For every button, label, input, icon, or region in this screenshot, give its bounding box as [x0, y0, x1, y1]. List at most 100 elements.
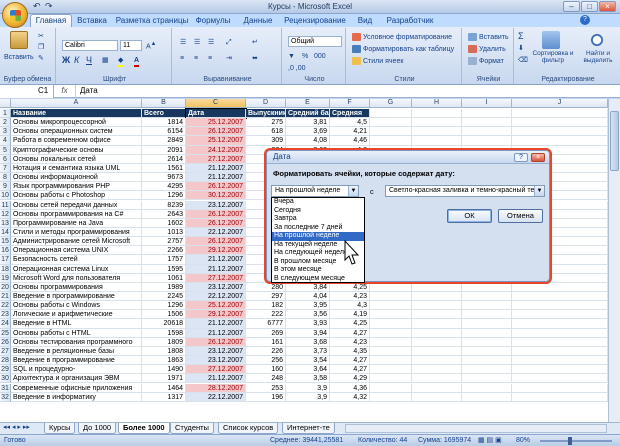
table-cell[interactable]: SQL и процедурно-: [11, 365, 142, 375]
table-cell[interactable]: Microsoft Word для пользователя: [11, 273, 142, 283]
table-cell[interactable]: 26.12.2007: [186, 218, 246, 228]
table-cell[interactable]: 3,81: [286, 118, 330, 128]
row-header[interactable]: 23: [0, 310, 11, 320]
table-cell[interactable]: 23.12.2007: [186, 200, 246, 210]
table-cell[interactable]: 161: [246, 337, 286, 347]
table-cell[interactable]: 3,95: [286, 301, 330, 311]
empty-cell[interactable]: [462, 392, 512, 402]
table-cell[interactable]: Основы информационной: [11, 173, 142, 183]
clear-icon[interactable]: ⌫: [518, 56, 528, 65]
maximize-button[interactable]: □: [581, 1, 598, 12]
empty-cell[interactable]: [370, 136, 412, 146]
horizontal-scrollbar[interactable]: [345, 424, 607, 433]
table-cell[interactable]: 2643: [142, 209, 186, 219]
row-header[interactable]: 12: [0, 209, 11, 219]
row-header[interactable]: 6: [0, 154, 11, 164]
zoom-level[interactable]: 80%: [516, 435, 530, 446]
row-header[interactable]: 21: [0, 292, 11, 302]
table-cell[interactable]: Криптографические основы: [11, 145, 142, 155]
minimize-button[interactable]: –: [563, 1, 580, 12]
table-cell[interactable]: 1808: [142, 346, 186, 357]
table-cell[interactable]: 1989: [142, 282, 186, 292]
table-cell[interactable]: 182: [246, 301, 286, 311]
table-cell[interactable]: 2614: [142, 154, 186, 164]
empty-cell[interactable]: [512, 319, 608, 329]
table-cell[interactable]: 20618: [142, 319, 186, 329]
row-header[interactable]: 3: [0, 127, 11, 137]
table-cell[interactable]: Введение в информатику: [11, 392, 142, 402]
table-cell[interactable]: 2245: [142, 292, 186, 302]
empty-cell[interactable]: [462, 365, 512, 375]
zoom-slider[interactable]: [540, 437, 612, 445]
table-cell[interactable]: 160: [246, 365, 286, 375]
table-cell[interactable]: 25.12.2007: [186, 118, 246, 128]
delete-cells-button[interactable]: Удалить: [468, 45, 506, 54]
table-cell[interactable]: 1757: [142, 255, 186, 265]
table-cell[interactable]: 4,08: [286, 136, 330, 146]
table-cell[interactable]: 4,32: [330, 392, 370, 402]
view-buttons-icon[interactable]: ▦ ▤ ▣: [478, 435, 502, 446]
table-cell[interactable]: Основы программирования на C#: [11, 209, 142, 219]
empty-cell[interactable]: [412, 328, 462, 338]
table-cell[interactable]: 1296: [142, 191, 186, 201]
find-select-button[interactable]: Найти и выделить: [578, 50, 618, 64]
paste-icon[interactable]: [10, 31, 28, 49]
table-cell[interactable]: 4,25: [330, 319, 370, 329]
empty-cell[interactable]: [462, 383, 512, 393]
scroll-thumb[interactable]: [610, 111, 619, 171]
period-option[interactable]: В следующем месяце: [272, 275, 364, 284]
table-cell[interactable]: Операционная система Linux: [11, 264, 142, 274]
empty-cell[interactable]: [370, 310, 412, 320]
table-cell[interactable]: 3,68: [286, 337, 330, 347]
conditional-format-button[interactable]: Условное форматирование: [352, 33, 452, 42]
empty-cell[interactable]: [462, 301, 512, 311]
empty-cell[interactable]: [462, 356, 512, 366]
column-title-cell[interactable]: Название: [11, 109, 142, 119]
table-cell[interactable]: 4,5: [330, 118, 370, 128]
table-cell[interactable]: 2266: [142, 246, 186, 256]
table-cell[interactable]: 26.12.2007: [186, 337, 246, 347]
table-cell[interactable]: 226: [246, 346, 286, 357]
table-cell[interactable]: Современные офисные приложения: [11, 383, 142, 393]
empty-cell[interactable]: [412, 319, 462, 329]
table-cell[interactable]: 25.12.2007: [186, 301, 246, 311]
row-header[interactable]: 22: [0, 301, 11, 311]
empty-cell[interactable]: [462, 109, 512, 119]
sheet-tab-more-1000[interactable]: Более 1000: [118, 423, 170, 434]
empty-cell[interactable]: [462, 127, 512, 137]
table-cell[interactable]: Основы тестирования программного: [11, 337, 142, 347]
empty-cell[interactable]: [512, 282, 608, 292]
table-cell[interactable]: 2849: [142, 136, 186, 146]
dialog-close-button[interactable]: ×: [531, 153, 545, 162]
column-header-G[interactable]: G: [370, 99, 412, 108]
table-cell[interactable]: Основы работы с HTML: [11, 328, 142, 338]
empty-cell[interactable]: [370, 337, 412, 347]
column-header-A[interactable]: A: [11, 99, 142, 108]
empty-cell[interactable]: [512, 374, 608, 384]
row-header[interactable]: 32: [0, 392, 11, 402]
close-button[interactable]: ×: [599, 1, 616, 12]
column-header-B[interactable]: B: [142, 99, 186, 108]
table-cell[interactable]: 3,56: [286, 310, 330, 320]
empty-cell[interactable]: [462, 310, 512, 320]
table-cell[interactable]: Стили и методы программирования: [11, 227, 142, 238]
empty-cell[interactable]: [462, 136, 512, 146]
column-header-E[interactable]: E: [286, 99, 330, 108]
chevron-down-icon[interactable]: ▼: [348, 186, 358, 196]
tab-data[interactable]: Данные: [240, 15, 276, 27]
table-cell[interactable]: 1814: [142, 118, 186, 128]
format-table-button[interactable]: Форматировать как таблицу: [352, 45, 454, 54]
table-cell[interactable]: 4,27: [330, 356, 370, 366]
column-title-cell[interactable]: Средняя: [330, 109, 370, 119]
empty-cell[interactable]: [370, 346, 412, 357]
table-cell[interactable]: 1561: [142, 163, 186, 174]
tab-home[interactable]: Главная: [30, 14, 72, 28]
table-cell[interactable]: Введение в реляционные базы: [11, 346, 142, 357]
table-cell[interactable]: Основы сетей передачи данных: [11, 200, 142, 210]
ok-button[interactable]: ОК: [447, 209, 492, 223]
align-center-icon[interactable]: ≡: [194, 54, 198, 63]
empty-cell[interactable]: [462, 337, 512, 347]
empty-cell[interactable]: [462, 118, 512, 128]
empty-cell[interactable]: [512, 310, 608, 320]
period-option[interactable]: За последние 7 дней: [272, 224, 364, 233]
